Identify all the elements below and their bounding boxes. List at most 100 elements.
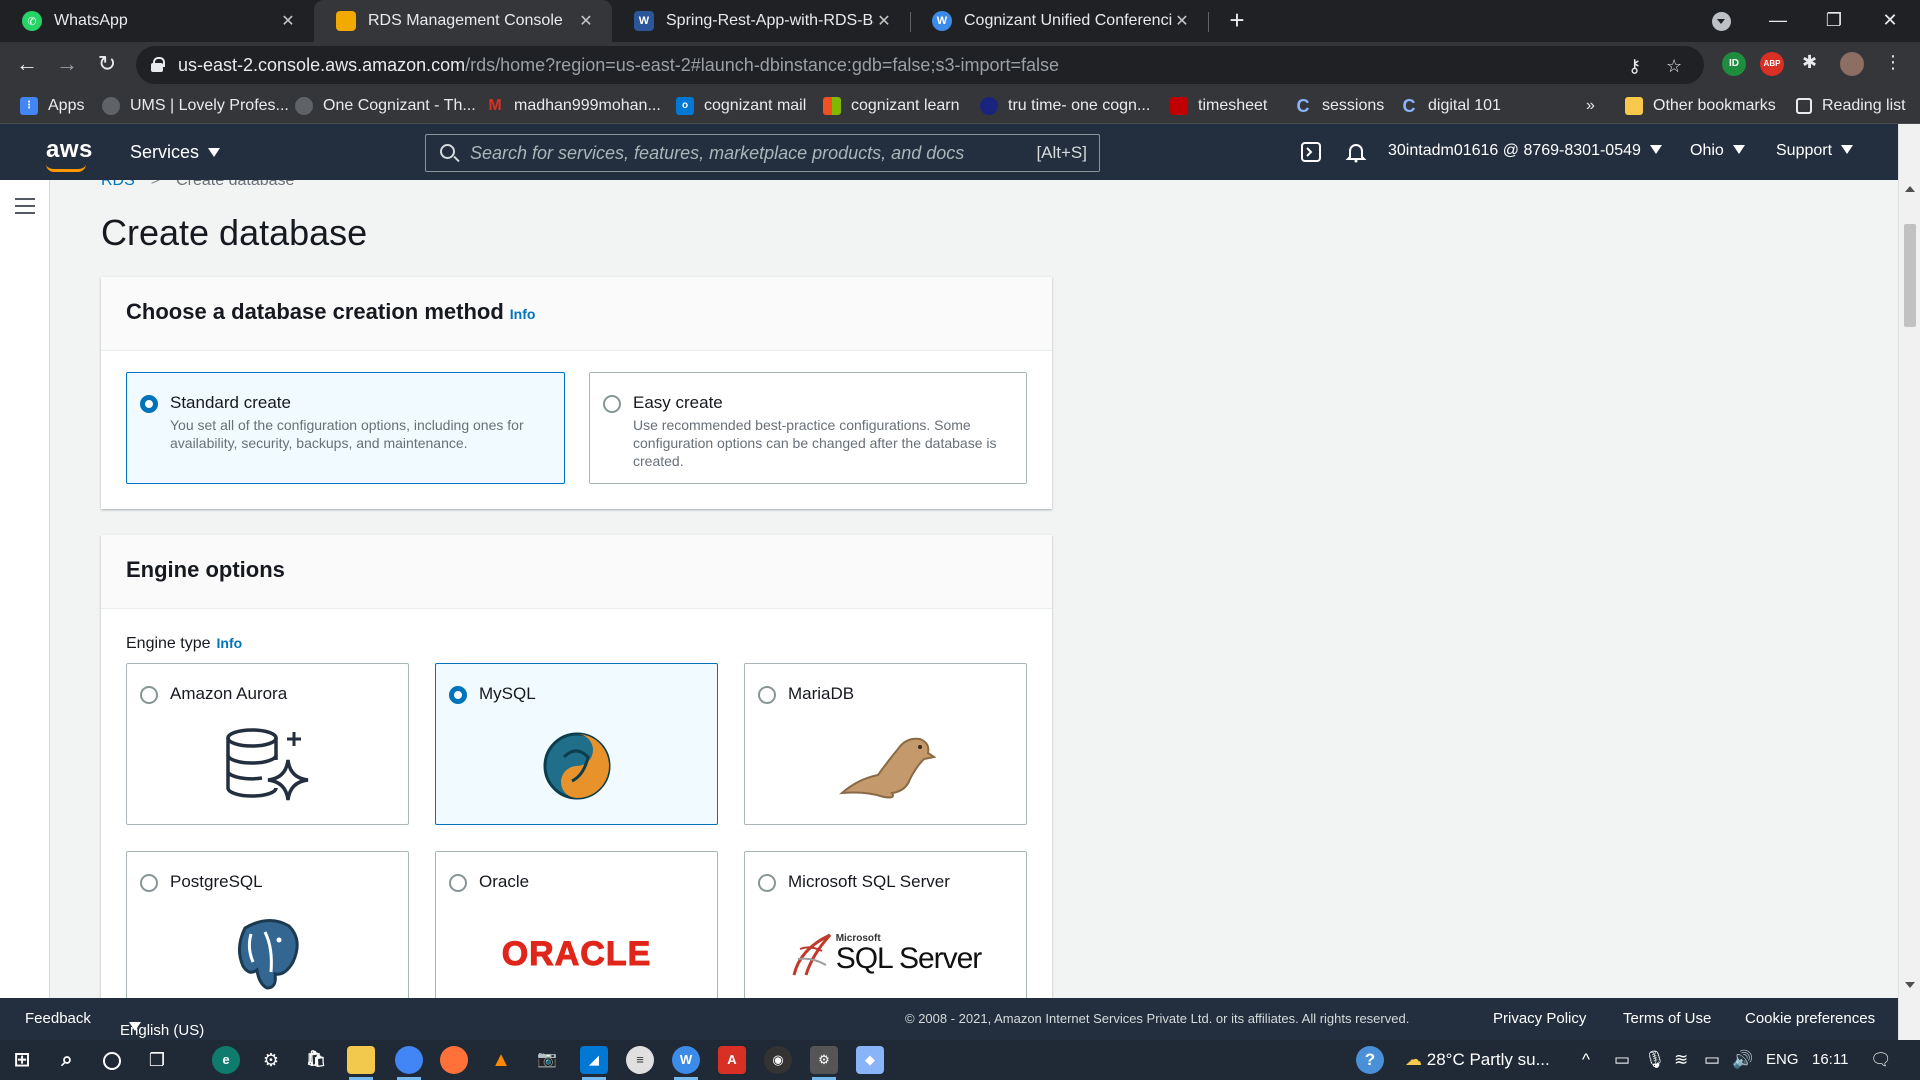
webex-taskbar-icon[interactable]: W bbox=[672, 1046, 700, 1080]
tab-word-doc[interactable]: W Spring-Rest-App-with-RDS-Backend ✕ bbox=[612, 0, 910, 42]
cookie-preferences-link[interactable]: Cookie preferences bbox=[1745, 1010, 1875, 1027]
tab-rds-console[interactable]: RDS Management Console ✕ bbox=[314, 0, 612, 42]
bookmark-apps[interactable]: ⋮ Apps bbox=[20, 88, 84, 124]
aws-search-input[interactable] bbox=[470, 135, 970, 171]
scroll-thumb[interactable] bbox=[1904, 224, 1916, 327]
volume-icon[interactable]: 🔊 bbox=[1732, 1050, 1753, 1070]
engine-mysql-option[interactable]: MySQL bbox=[435, 663, 718, 825]
engine-aurora-option[interactable]: Amazon Aurora bbox=[126, 663, 409, 825]
edge-icon[interactable]: e bbox=[212, 1046, 240, 1074]
bookmarks-overflow-button[interactable]: » bbox=[1586, 88, 1595, 124]
info-link[interactable]: Info bbox=[217, 635, 243, 651]
engine-oracle-option[interactable]: Oracle ORACLE bbox=[435, 851, 718, 998]
minimize-icon[interactable]: — bbox=[1750, 0, 1806, 42]
star-icon[interactable]: ☆ bbox=[1666, 56, 1682, 77]
breadcrumb-rds-link[interactable]: RDS bbox=[101, 180, 135, 189]
task-view-icon[interactable]: ❐ bbox=[143, 1046, 171, 1074]
radio-button[interactable] bbox=[140, 395, 158, 413]
meet-now-icon[interactable]: ▭ bbox=[1614, 1050, 1630, 1070]
show-hidden-icons[interactable]: ^ bbox=[1582, 1050, 1590, 1070]
key-icon[interactable]: ⚷ bbox=[1628, 56, 1641, 77]
close-icon[interactable]: ✕ bbox=[576, 11, 596, 31]
bookmark-tru-time[interactable]: tru time- one cogn... bbox=[980, 88, 1150, 124]
settings-gear-icon[interactable]: ⚙ bbox=[257, 1046, 285, 1074]
acrobat-icon[interactable]: A bbox=[718, 1046, 746, 1074]
account-menu[interactable]: 30intadm01616 @ 8769-8301-0549 bbox=[1388, 142, 1662, 160]
battery-icon[interactable]: ▭ bbox=[1704, 1050, 1720, 1070]
vlc-icon[interactable]: ▲ bbox=[487, 1046, 515, 1074]
microphone-icon[interactable]: 🎙 bbox=[1644, 1050, 1666, 1070]
tab-webex[interactable]: W Cognizant Unified Conferencing ✕ bbox=[910, 0, 1208, 42]
close-window-icon[interactable]: ✕ bbox=[1862, 0, 1918, 42]
scroll-down-icon[interactable] bbox=[1905, 982, 1915, 988]
firefox-icon[interactable] bbox=[440, 1046, 468, 1074]
bookmark-ums[interactable]: UMS | Lovely Profes... bbox=[102, 88, 289, 124]
standard-create-option[interactable]: Standard create You set all of the confi… bbox=[126, 372, 565, 484]
cortana-icon[interactable] bbox=[98, 1046, 126, 1074]
menu-kebab-icon[interactable]: ⋮ bbox=[1884, 52, 1902, 73]
bookmark-timesheet[interactable]: timesheet bbox=[1170, 88, 1267, 124]
feedback-link[interactable]: Feedback bbox=[25, 1010, 91, 1027]
hamburger-menu-icon[interactable] bbox=[15, 198, 35, 214]
app-gear-icon[interactable]: ⚙ bbox=[810, 1046, 838, 1080]
radio-button[interactable] bbox=[140, 686, 158, 704]
back-icon[interactable]: ← bbox=[10, 48, 44, 82]
tab-search-icon[interactable] bbox=[1712, 12, 1731, 31]
engine-sqlserver-option[interactable]: Microsoft SQL Server Microsoft SQL Serve… bbox=[744, 851, 1027, 998]
privacy-policy-link[interactable]: Privacy Policy bbox=[1493, 1010, 1586, 1027]
services-menu[interactable]: Services bbox=[130, 142, 221, 163]
reading-list[interactable]: Reading list bbox=[1796, 88, 1906, 124]
store-icon[interactable]: 🛍 bbox=[302, 1046, 330, 1074]
extension-icon[interactable]: ID bbox=[1722, 52, 1746, 76]
weather-widget[interactable]: ☁ 28°C Partly su... bbox=[1405, 1050, 1550, 1070]
notifications-icon[interactable]: 🗨 bbox=[1870, 1050, 1892, 1070]
forward-icon[interactable]: → bbox=[50, 48, 84, 82]
support-menu[interactable]: Support bbox=[1776, 142, 1854, 160]
radio-button[interactable] bbox=[758, 874, 776, 892]
avatar[interactable] bbox=[1840, 52, 1864, 76]
chrome-icon[interactable] bbox=[395, 1046, 423, 1080]
radio-button[interactable] bbox=[603, 395, 621, 413]
tab-whatsapp[interactable]: ✆ WhatsApp ✕ bbox=[0, 0, 314, 42]
radio-button[interactable] bbox=[758, 686, 776, 704]
close-icon[interactable]: ✕ bbox=[874, 11, 894, 31]
restore-icon[interactable]: ❐ bbox=[1806, 0, 1862, 42]
help-icon[interactable]: ? bbox=[1356, 1046, 1384, 1074]
windows-start-icon[interactable]: ⊞ bbox=[8, 1046, 36, 1074]
puzzle-icon[interactable]: ✱ bbox=[1802, 52, 1817, 73]
input-language[interactable]: ENG bbox=[1766, 1051, 1799, 1068]
close-icon[interactable]: ✕ bbox=[278, 11, 298, 31]
bell-icon[interactable] bbox=[1345, 141, 1367, 163]
bookmark-one-cognizant[interactable]: One Cognizant - Th... bbox=[295, 88, 476, 124]
wifi-icon[interactable]: ≋ bbox=[1674, 1050, 1688, 1070]
bookmark-digital-101[interactable]: Cdigital 101 bbox=[1400, 88, 1501, 124]
info-link[interactable]: Info bbox=[510, 306, 536, 322]
mysql-workbench-icon[interactable]: ◆ bbox=[856, 1046, 884, 1074]
adblock-icon[interactable]: ABP bbox=[1760, 52, 1784, 76]
engine-mariadb-option[interactable]: MariaDB bbox=[744, 663, 1027, 825]
aws-search-box[interactable]: [Alt+S] bbox=[425, 134, 1100, 172]
clock[interactable]: 16:11 bbox=[1812, 1051, 1848, 1068]
bookmark-cognizant-mail[interactable]: o cognizant mail bbox=[676, 88, 806, 124]
terms-of-use-link[interactable]: Terms of Use bbox=[1623, 1010, 1711, 1027]
obs-icon[interactable]: ◉ bbox=[764, 1046, 792, 1074]
easy-create-option[interactable]: Easy create Use recommended best-practic… bbox=[589, 372, 1027, 484]
radio-button[interactable] bbox=[449, 874, 467, 892]
reload-icon[interactable]: ↻ bbox=[90, 48, 124, 82]
radio-button[interactable] bbox=[449, 686, 467, 704]
page-scrollbar[interactable] bbox=[1898, 124, 1920, 1040]
other-bookmarks[interactable]: Other bookmarks bbox=[1625, 88, 1776, 124]
bookmark-gmail[interactable]: Mmadhan999mohan... bbox=[486, 88, 660, 124]
bookmark-cognizant-learn[interactable]: cognizant learn bbox=[823, 88, 960, 124]
engine-postgresql-option[interactable]: PostgreSQL bbox=[126, 851, 409, 998]
bookmark-sessions[interactable]: Csessions bbox=[1294, 88, 1385, 124]
search-icon[interactable]: ⌕ bbox=[53, 1046, 81, 1074]
new-tab-button[interactable]: + bbox=[1222, 6, 1252, 36]
scroll-up-icon[interactable] bbox=[1905, 186, 1915, 192]
close-icon[interactable]: ✕ bbox=[1172, 11, 1192, 31]
region-menu[interactable]: Ohio bbox=[1690, 142, 1745, 160]
file-explorer-icon[interactable] bbox=[347, 1046, 375, 1080]
aws-logo[interactable]: aws bbox=[46, 136, 93, 172]
camera-icon[interactable]: 📷 bbox=[533, 1046, 561, 1074]
vscode-icon[interactable]: ◢ bbox=[580, 1046, 608, 1080]
